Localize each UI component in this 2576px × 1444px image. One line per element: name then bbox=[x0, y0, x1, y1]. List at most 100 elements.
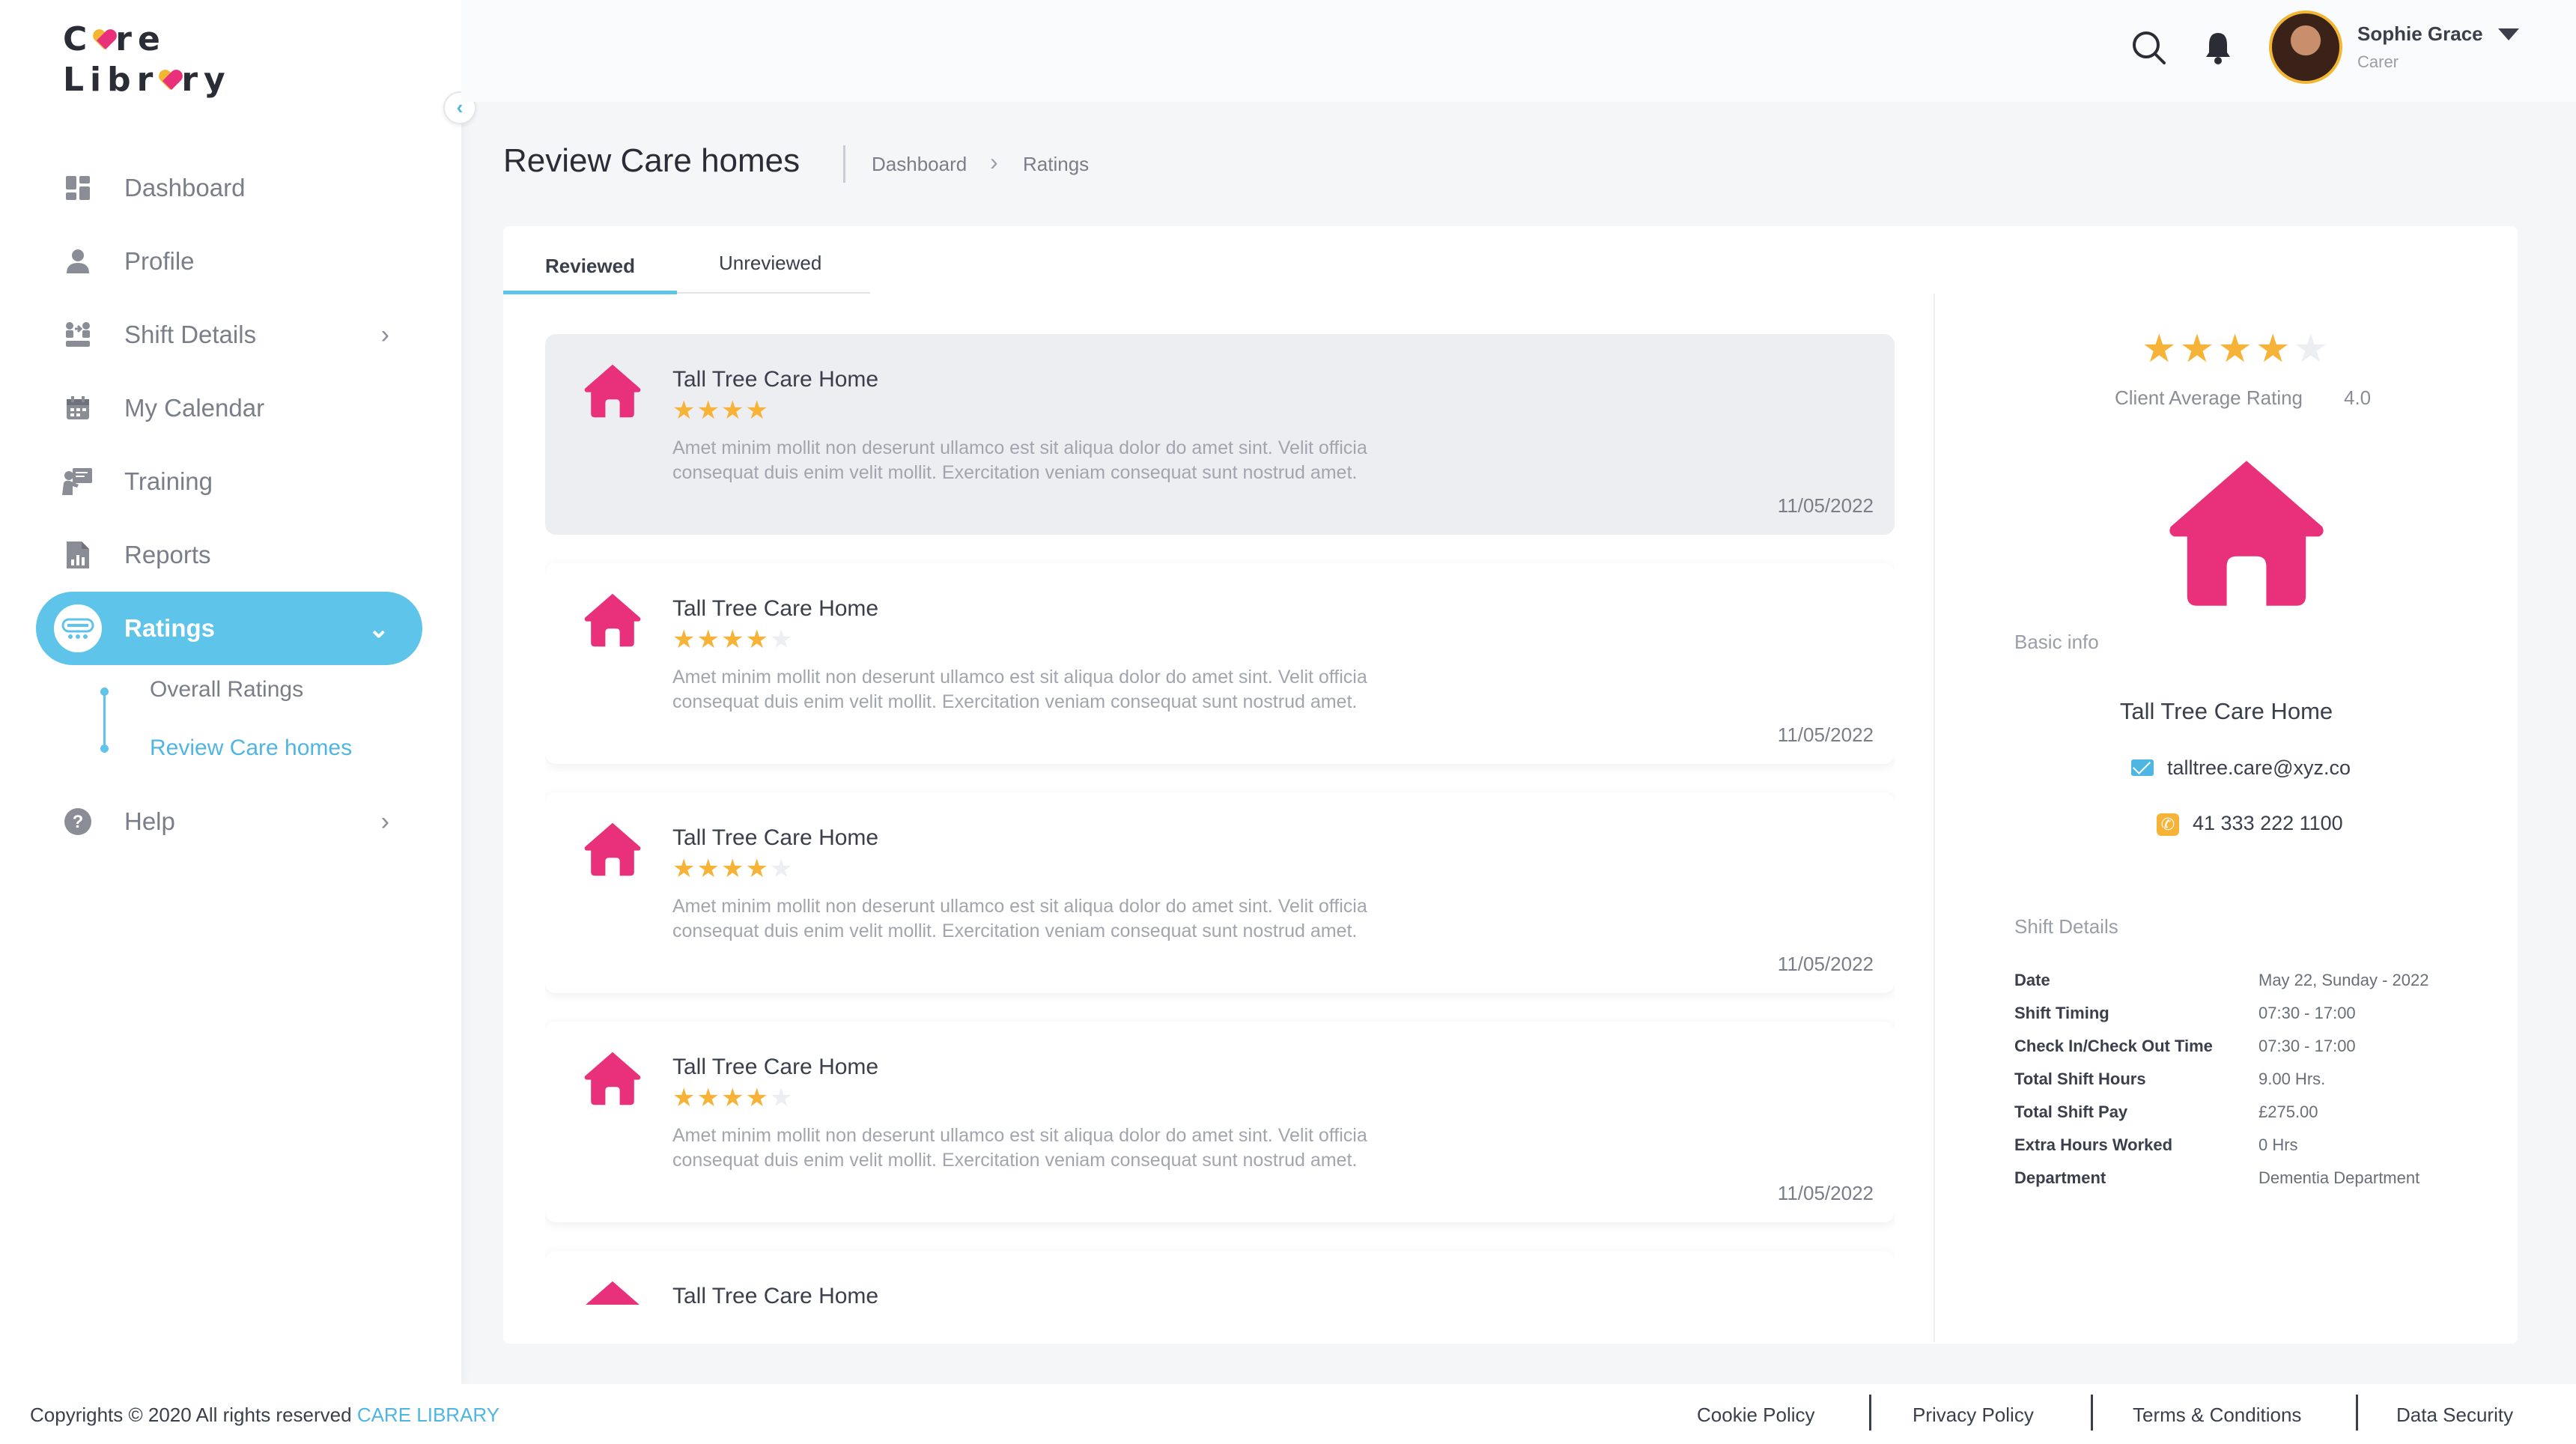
review-card[interactable]: Tall Tree Care Home ★★★★★ Amet minim molli… bbox=[545, 334, 1895, 535]
shift-detail-key: Department bbox=[2014, 1168, 2106, 1187]
footer-link-cookie-policy[interactable]: Cookie Policy bbox=[1697, 1404, 1815, 1427]
shift-detail-key: Date bbox=[2014, 971, 2050, 989]
star-icon: ★ bbox=[720, 625, 746, 654]
calendar-icon bbox=[61, 392, 94, 425]
review-home-name: Tall Tree Care Home bbox=[672, 1055, 879, 1079]
dashboard-icon bbox=[61, 172, 94, 204]
training-icon bbox=[61, 465, 94, 498]
star-icon: ★ bbox=[672, 625, 697, 654]
footer-divider bbox=[2091, 1395, 2093, 1431]
sidebar-subitem-review-care-homes[interactable]: Review Care homes bbox=[150, 735, 352, 761]
review-rating-stars: ★★★★★ bbox=[672, 854, 794, 884]
star-icon: ★ bbox=[745, 396, 770, 425]
shift-detail-value: 9.00 Hrs. bbox=[2258, 1070, 2326, 1088]
detail-email[interactable]: talltree.care@xyz.co bbox=[2167, 756, 2351, 780]
sidebar-item-help[interactable]: ? Help › bbox=[36, 785, 422, 858]
review-rating-stars: ★★★★★ bbox=[672, 625, 794, 655]
phone-icon: ✆ bbox=[2157, 813, 2179, 836]
ratings-submenu: Overall Ratings Review Care homes bbox=[100, 665, 422, 785]
review-card[interactable]: Tall Tree Care Home★★★★★ bbox=[545, 1251, 1895, 1305]
review-text: Amet minim mollit non deserunt ullamco e… bbox=[672, 1125, 1367, 1171]
sidebar-item-dashboard[interactable]: Dashboard bbox=[36, 151, 422, 225]
sidebar-item-ratings[interactable]: Ratings ⌄ bbox=[36, 592, 422, 665]
sidebar-item-shift-details[interactable]: Shift Details › bbox=[36, 298, 422, 371]
shift-detail-value: 0 Hrs bbox=[2258, 1135, 2298, 1154]
app-logo[interactable]: Cre Libr ry bbox=[63, 19, 231, 100]
svg-text:?: ? bbox=[73, 812, 84, 832]
bell-icon[interactable] bbox=[2197, 27, 2239, 69]
search-icon[interactable] bbox=[2128, 27, 2170, 69]
sidebar-item-training[interactable]: Training bbox=[36, 445, 422, 518]
tab-reviewed[interactable]: Reviewed bbox=[545, 255, 635, 278]
house-icon bbox=[583, 1278, 643, 1305]
email-icon bbox=[2131, 759, 2154, 776]
star-icon: ★ bbox=[769, 396, 795, 425]
user-menu-caret-icon[interactable] bbox=[2498, 28, 2519, 40]
review-tabs: Reviewed Unreviewed bbox=[503, 232, 870, 294]
shift-details-label: Shift Details bbox=[2014, 915, 2118, 938]
star-icon: ★ bbox=[696, 1084, 721, 1112]
house-icon bbox=[583, 361, 643, 421]
sidebar-item-reports[interactable]: Reports bbox=[36, 518, 422, 592]
sidebar-item-label: My Calendar bbox=[124, 394, 265, 422]
review-home-name: Tall Tree Care Home bbox=[672, 825, 879, 850]
star-icon: ★ bbox=[672, 396, 697, 425]
house-icon bbox=[583, 819, 643, 879]
sidebar-item-label: Shift Details bbox=[124, 321, 257, 348]
breadcrumb-dashboard[interactable]: Dashboard bbox=[872, 153, 967, 176]
shift-icon bbox=[61, 318, 94, 351]
footer-link-privacy-policy[interactable]: Privacy Policy bbox=[1913, 1404, 2034, 1427]
breadcrumb-chevron-icon: › bbox=[990, 148, 998, 175]
review-card[interactable]: Tall Tree Care Home ★★★★★ Amet minim molli… bbox=[545, 792, 1895, 993]
help-icon: ? bbox=[61, 805, 94, 838]
chevron-down-icon: ⌄ bbox=[368, 615, 390, 643]
avatar[interactable] bbox=[2269, 10, 2342, 84]
review-home-name: Tall Tree Care Home bbox=[672, 367, 879, 392]
sidebar-subitem-overall-ratings[interactable]: Overall Ratings bbox=[150, 677, 303, 703]
care-home-icon bbox=[2164, 451, 2329, 616]
user-role: Carer bbox=[2357, 52, 2399, 71]
review-card[interactable]: Tall Tree Care Home ★★★★★ Amet minim molli… bbox=[545, 1022, 1895, 1222]
brand-link[interactable]: CARE LIBRARY bbox=[357, 1404, 499, 1426]
shift-detail-key: Total Shift Hours bbox=[2014, 1070, 2146, 1088]
footer-link-terms[interactable]: Terms & Conditions bbox=[2133, 1404, 2301, 1427]
panel-divider bbox=[1933, 294, 1935, 1342]
review-text: Amet minim mollit non deserunt ullamco e… bbox=[672, 896, 1367, 941]
chevron-right-icon: › bbox=[380, 807, 389, 836]
shift-detail-key: Shift Timing bbox=[2014, 1004, 2109, 1022]
topbar bbox=[461, 0, 2576, 102]
star-icon: ★ bbox=[2179, 327, 2218, 371]
sidebar-item-label: Help bbox=[124, 807, 175, 835]
footer-divider bbox=[2356, 1395, 2358, 1431]
report-icon bbox=[61, 539, 94, 571]
detail-rating-stars: ★★★★★ bbox=[2142, 327, 2331, 371]
chevron-right-icon: › bbox=[380, 321, 389, 349]
review-home-name: Tall Tree Care Home bbox=[672, 1284, 879, 1305]
detail-phone[interactable]: 41 333 222 1100 bbox=[2193, 812, 2343, 835]
review-rating-stars: ★★★★★ bbox=[672, 1083, 794, 1113]
sidebar: Cre Libr ry Dashboard Profile Shift Detai… bbox=[0, 0, 461, 1384]
star-icon: ★ bbox=[2293, 327, 2332, 371]
sidebar-item-profile[interactable]: Profile bbox=[36, 225, 422, 298]
footer: Copyrights © 2020 All rights reserved CA… bbox=[0, 1384, 2576, 1444]
title-divider bbox=[843, 145, 845, 183]
user-name[interactable]: Sophie Grace bbox=[2357, 22, 2483, 46]
review-rating-stars: ★★★★★ bbox=[672, 395, 794, 425]
review-date: 11/05/2022 bbox=[1777, 1182, 1874, 1204]
tab-unreviewed[interactable]: Unreviewed bbox=[719, 252, 821, 275]
review-card[interactable]: Tall Tree Care Home ★★★★★ Amet minim molli… bbox=[545, 563, 1895, 764]
average-rating-value: 4.0 bbox=[2344, 386, 2372, 409]
star-icon: ★ bbox=[720, 1084, 746, 1112]
footer-link-data-security[interactable]: Data Security bbox=[2396, 1404, 2513, 1427]
star-icon: ★ bbox=[769, 855, 795, 883]
star-icon: ★ bbox=[769, 625, 795, 654]
review-date: 11/05/2022 bbox=[1777, 723, 1874, 746]
sidebar-item-label: Profile bbox=[124, 247, 195, 275]
review-date: 11/05/2022 bbox=[1777, 494, 1874, 517]
star-icon: ★ bbox=[696, 396, 721, 425]
shift-detail-value: May 22, Sunday - 2022 bbox=[2258, 971, 2429, 989]
submenu-dot bbox=[100, 744, 109, 753]
review-home-name: Tall Tree Care Home bbox=[672, 596, 879, 621]
sidebar-item-my-calendar[interactable]: My Calendar bbox=[36, 371, 422, 445]
shift-detail-value: 07:30 - 17:00 bbox=[2258, 1037, 2356, 1055]
